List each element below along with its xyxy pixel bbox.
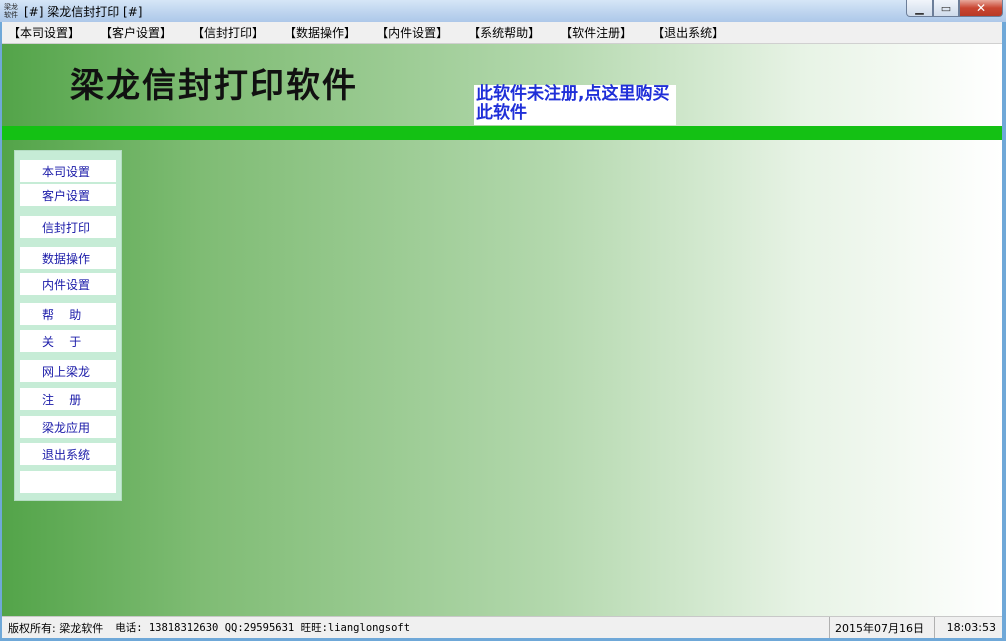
close-button[interactable]: ✕: [959, 0, 1003, 17]
menu-data-operations[interactable]: 【数据操作】: [284, 24, 356, 41]
menu-exit-system[interactable]: 【退出系统】: [652, 24, 724, 41]
side-button-customer-settings[interactable]: 客户设置: [20, 184, 116, 206]
app-title: 梁龙信封打印软件: [70, 66, 358, 106]
window-title: [#] 梁龙信封打印 [#]: [24, 4, 143, 19]
title-bar[interactable]: 梁龙 软件 [#] 梁龙信封打印 [#] ▁ ▭ ✕: [0, 0, 1006, 22]
minimize-icon: ▁: [915, 1, 924, 15]
status-time: 18:03:53: [946, 621, 996, 634]
status-copyright: 版权所有: 梁龙软件: [8, 621, 104, 635]
side-blank-slot: [20, 471, 116, 493]
menu-software-register[interactable]: 【软件注册】: [560, 24, 632, 41]
header-divider: [2, 126, 1002, 140]
app-icon-text-1: 梁龙: [4, 3, 18, 11]
side-button-company-settings[interactable]: 本司设置: [20, 160, 116, 182]
side-button-envelope-print[interactable]: 信封打印: [20, 216, 116, 238]
menu-company-settings[interactable]: 【本司设置】: [8, 24, 80, 41]
registration-notice-link[interactable]: 此软件未注册,点这里购买此软件: [474, 85, 676, 125]
window-controls: ▁ ▭ ✕: [906, 0, 1003, 17]
main-area: 梁龙信封打印软件 此软件未注册,点这里购买此软件 本司设置 客户设置 信封打印 …: [2, 44, 1002, 616]
side-button-register[interactable]: 注 册: [20, 388, 116, 410]
side-button-contents-settings[interactable]: 内件设置: [20, 273, 116, 295]
minimize-button[interactable]: ▁: [906, 0, 933, 17]
app-icon-text-2: 软件: [4, 11, 18, 19]
side-button-help[interactable]: 帮 助: [20, 303, 116, 325]
side-button-exit[interactable]: 退出系统: [20, 443, 116, 465]
menu-system-help[interactable]: 【系统帮助】: [468, 24, 540, 41]
menu-customer-settings[interactable]: 【客户设置】: [100, 24, 172, 41]
menu-contents-settings[interactable]: 【内件设置】: [376, 24, 448, 41]
maximize-icon: ▭: [940, 1, 952, 15]
side-button-apps[interactable]: 梁龙应用: [20, 416, 116, 438]
side-button-data-operations[interactable]: 数据操作: [20, 247, 116, 269]
side-button-online[interactable]: 网上梁龙: [20, 360, 116, 382]
side-panel: 本司设置 客户设置 信封打印 数据操作 内件设置 帮 助 关 于 网上梁龙 注 …: [14, 150, 122, 501]
maximize-button[interactable]: ▭: [933, 0, 959, 17]
status-date: 2015年07月16日: [830, 617, 935, 638]
side-button-about[interactable]: 关 于: [20, 330, 116, 352]
status-bar: 版权所有: 梁龙软件 电话: 13818312630 QQ:29595631 旺…: [2, 616, 1002, 638]
menu-envelope-print[interactable]: 【信封打印】: [192, 24, 264, 41]
status-info: 版权所有: 梁龙软件 电话: 13818312630 QQ:29595631 旺…: [2, 617, 830, 638]
close-icon: ✕: [975, 1, 987, 15]
status-contact: 电话: 13818312630 QQ:29595631 旺旺:lianglong…: [115, 622, 411, 634]
menu-bar: 【本司设置】 【客户设置】 【信封打印】 【数据操作】 【内件设置】 【系统帮助…: [2, 22, 1002, 44]
app-icon: 梁龙 软件: [2, 2, 20, 20]
